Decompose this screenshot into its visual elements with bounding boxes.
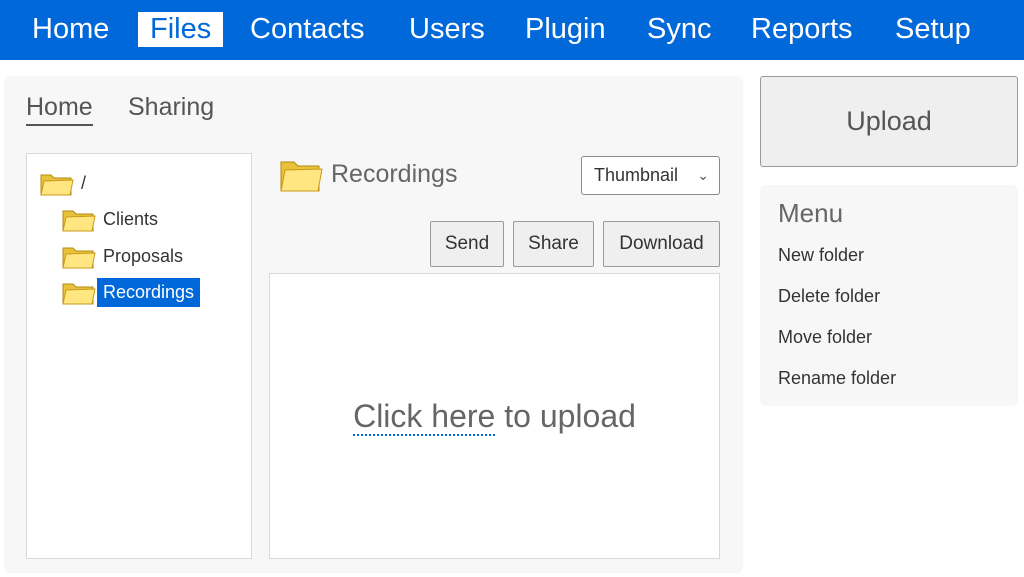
tree-item-root[interactable]: / [39,166,92,200]
current-folder-title: Recordings [331,160,458,188]
nav-home[interactable]: Home [32,12,109,47]
menu-title: Menu [778,198,844,228]
tree-item-label: / [81,172,87,193]
nav-plugin[interactable]: Plugin [525,12,606,47]
send-button[interactable]: Send [430,221,504,267]
download-button[interactable]: Download [603,221,720,267]
upload-dropzone[interactable]: Click here to upload [269,273,720,559]
nav-setup[interactable]: Setup [895,12,971,47]
nav-reports[interactable]: Reports [751,12,853,47]
folder-icon [61,242,97,270]
folder-icon [39,169,75,197]
top-nav-bar: Home Files Contacts Users Plugin Sync Re… [0,0,1024,60]
share-button[interactable]: Share [513,221,594,267]
tree-item-label: Recordings [97,277,201,307]
nav-contacts[interactable]: Contacts [250,12,364,47]
dropzone-rest-text: to upload [495,398,636,434]
click-here-link[interactable]: Click here [353,398,496,436]
view-mode-value: Thumbnail [594,165,679,185]
subtab-home[interactable]: Home [26,93,93,126]
folder-tree: / Clients Proposals Recordings [26,153,252,559]
tree-item-label: Clients [103,208,159,229]
chevron-down-icon: ⌄ [697,167,709,183]
nav-users[interactable]: Users [409,12,485,47]
nav-sync[interactable]: Sync [647,12,711,47]
menu-item-delete-folder[interactable]: Delete folder [778,286,880,307]
folder-icon [278,154,324,194]
tree-item-recordings[interactable]: Recordings [61,275,201,309]
menu-item-rename-folder[interactable]: Rename folder [778,368,896,389]
subtab-sharing[interactable]: Sharing [128,93,214,122]
tree-item-proposals[interactable]: Proposals [61,239,189,273]
view-mode-select[interactable]: Thumbnail ⌄ [581,156,720,195]
dropzone-text: Click here to upload [270,398,719,436]
tree-item-clients[interactable]: Clients [61,202,164,236]
menu-item-new-folder[interactable]: New folder [778,245,864,266]
folder-icon [61,205,97,233]
menu-item-move-folder[interactable]: Move folder [778,327,872,348]
folder-icon [61,278,97,306]
upload-button[interactable]: Upload [760,76,1018,167]
nav-files[interactable]: Files [138,12,224,47]
tree-item-label: Proposals [103,245,184,266]
